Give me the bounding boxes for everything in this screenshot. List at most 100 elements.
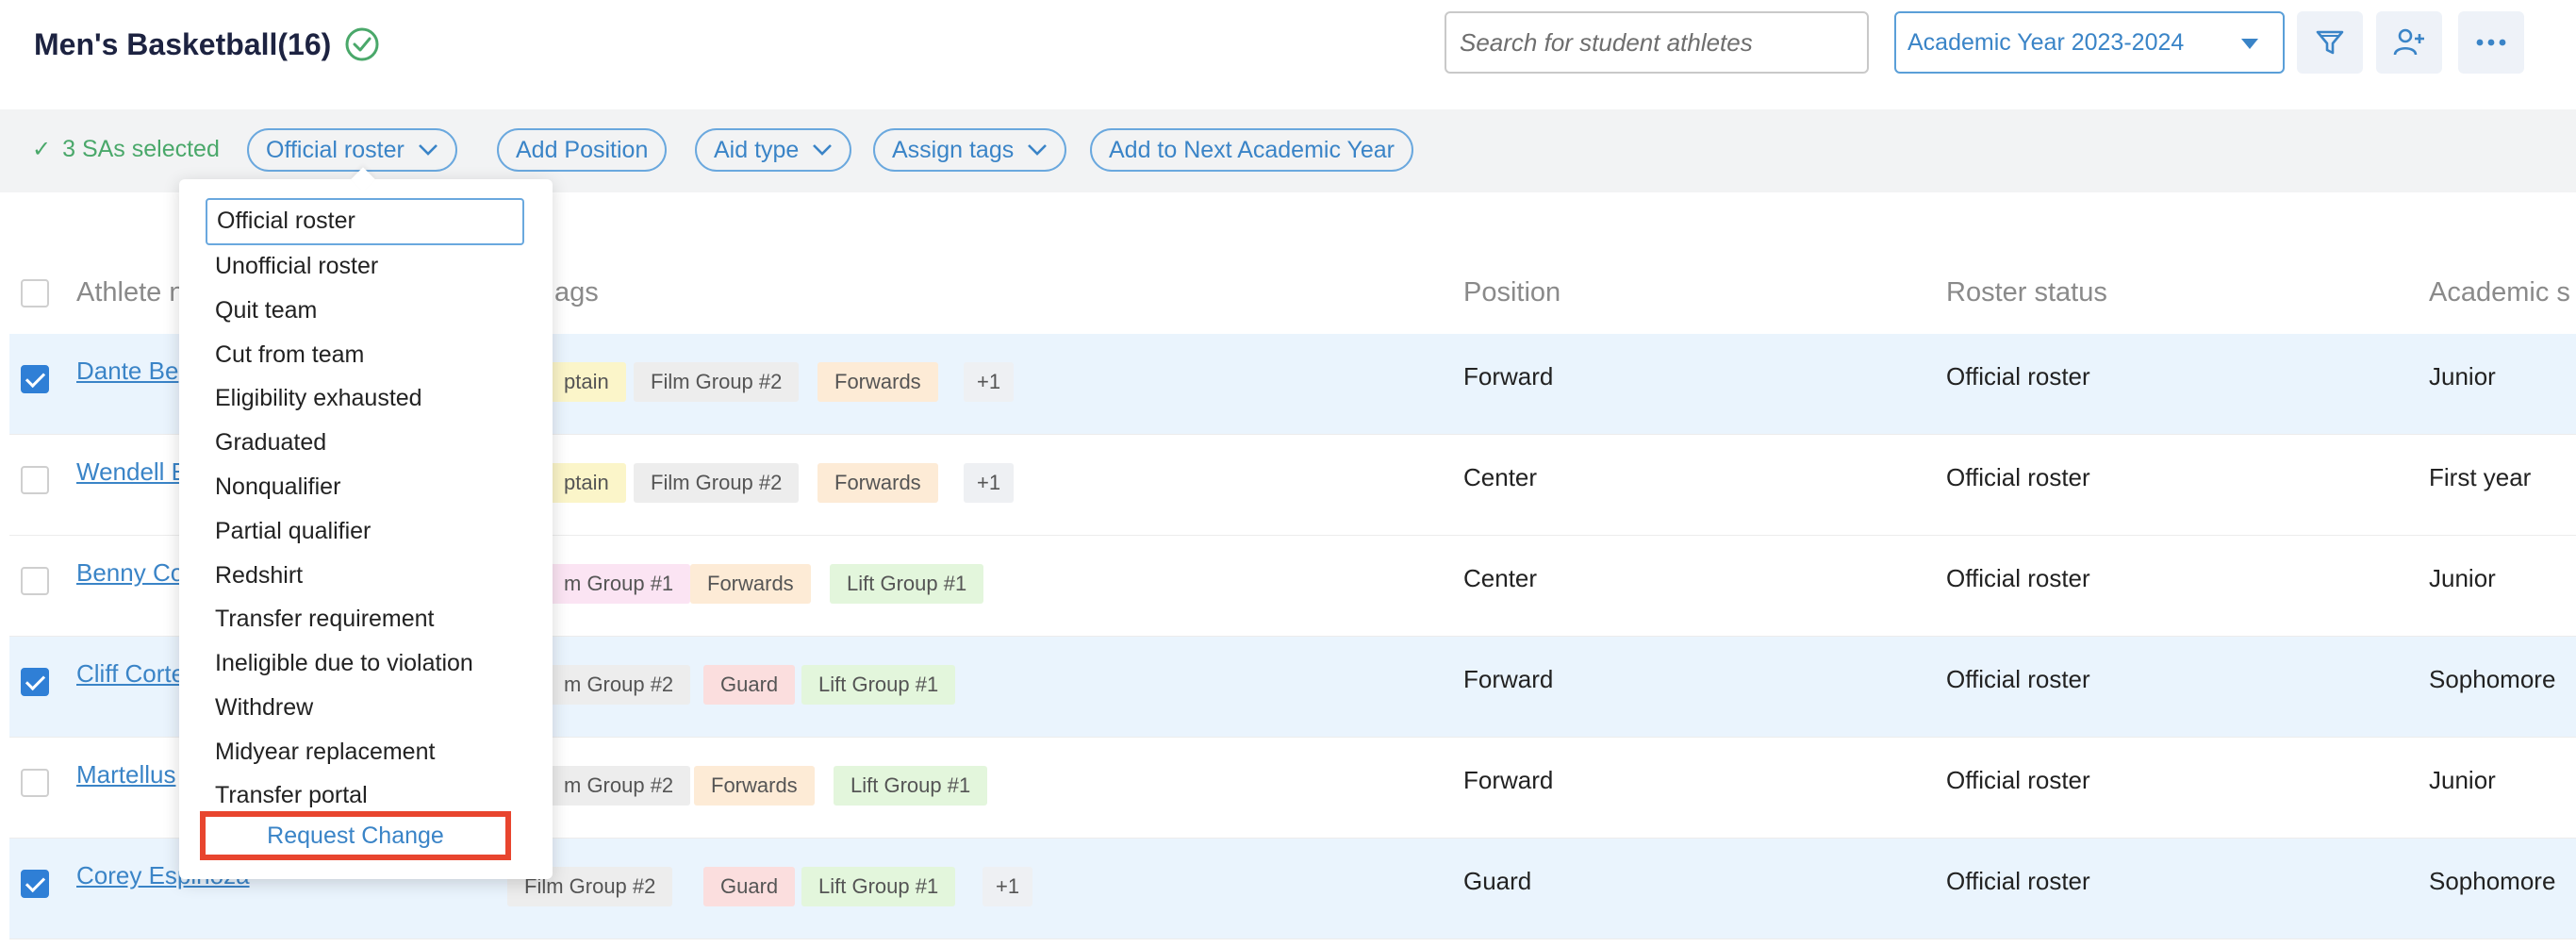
dropdown-option[interactable]: Unofficial roster [215,253,378,280]
athlete-name-link[interactable]: Martellus [76,760,175,789]
dropdown-option[interactable]: Partial qualifier [215,518,371,545]
dropdown-option[interactable]: Withdrew [215,694,313,722]
academic-year-select[interactable]: Academic Year 2023-2024 [1894,11,2285,74]
tag-chip: Lift Group #1 [801,665,956,705]
tag-chip: m Group #2 [545,665,691,705]
more-options-button[interactable] [2458,11,2524,74]
position-cell: Center [1463,564,1538,592]
row-checkbox[interactable] [21,567,49,595]
position-cell: Forward [1463,362,1554,390]
dropdown-option[interactable]: Cut from team [215,341,364,369]
team-title: Men's Basketball(16) [34,26,332,61]
dropdown-option[interactable]: Transfer portal [215,782,368,809]
official-roster-label: Official roster [266,136,405,163]
dropdown-option-official-roster[interactable]: Official roster [206,198,524,245]
position-cell: Forward [1463,766,1554,794]
athlete-name-link[interactable]: Cliff Corte [76,659,185,689]
caret-down-icon [2241,39,2258,49]
column-header-athlete[interactable]: Athlete n [76,277,184,308]
dropdown-option[interactable]: Ineligible due to violation [215,650,473,677]
roster-status-cell: Official roster [1946,362,2090,390]
athlete-name-link[interactable]: Benny Co [76,558,184,588]
dropdown-option[interactable]: Midyear replacement [215,739,435,766]
row-checkbox[interactable] [21,365,49,393]
more-tags-chip[interactable]: +1 [964,362,1015,402]
dropdown-option[interactable]: Redshirt [215,562,303,590]
more-tags-chip[interactable]: +1 [964,463,1015,503]
more-tags-chip[interactable]: +1 [983,867,1033,906]
academic-cell: Sophomore [2429,665,2556,693]
tag-chip: Lift Group #1 [801,867,956,906]
tag-chip: m Group #1 [545,564,691,604]
aid-type-label: Aid type [714,136,800,163]
tag-chip: Lift Group #1 [834,766,988,806]
athlete-name-link[interactable]: Dante Be [76,357,178,386]
add-user-icon [2393,28,2424,56]
roster-status-dropdown-menu: Official roster Unofficial roster Quit t… [179,167,553,879]
search-input[interactable] [1445,11,1869,74]
tag-chip: m Group #2 [545,766,691,806]
academic-year-value: Academic Year 2023-2024 [1907,28,2185,56]
tag-chip: Film Group #2 [634,463,800,503]
page-title: Men's Basketball(16) [34,26,380,62]
row-checkbox[interactable] [21,466,49,494]
academic-cell: Junior [2429,766,2496,794]
filter-icon [2316,30,2344,55]
column-header-roster-status[interactable]: Roster status [1946,277,2107,308]
dropdown-option[interactable]: Eligibility exhausted [215,385,422,412]
tag-chip: Lift Group #1 [830,564,984,604]
dropdown-option[interactable]: Graduated [215,429,326,457]
chevron-down-icon [1028,144,1048,156]
column-header-academic[interactable]: Academic s [2429,277,2570,308]
add-to-next-year-label: Add to Next Academic Year [1109,136,1395,163]
add-position-button[interactable]: Add Position [497,128,668,172]
row-checkbox[interactable] [21,668,49,696]
page-header: Men's Basketball(16) Academic Year 2023-… [0,0,2576,109]
more-dots-icon [2476,39,2506,46]
athlete-name-link[interactable]: Wendell E [76,457,188,487]
official-roster-dropdown-button[interactable]: Official roster [247,128,457,172]
verified-check-icon [345,27,379,61]
position-cell: Forward [1463,665,1554,693]
tag-chip: Guard [703,665,796,705]
tag-chip: Forwards [817,362,938,402]
roster-status-cell: Official roster [1946,766,2090,794]
academic-cell: Junior [2429,564,2496,592]
add-to-next-year-button[interactable]: Add to Next Academic Year [1090,128,1413,172]
chevron-down-icon [813,144,833,156]
academic-cell: Sophomore [2429,867,2556,895]
add-position-label: Add Position [516,136,649,163]
row-checkbox[interactable] [21,769,49,797]
tag-chip: ptain [545,463,626,503]
roster-status-cell: Official roster [1946,463,2090,491]
chevron-down-icon [418,144,438,156]
tag-chip: Forwards [690,564,811,604]
aid-type-dropdown-button[interactable]: Aid type [695,128,852,172]
dropdown-option[interactable]: Transfer requirement [215,606,435,633]
column-header-position[interactable]: Position [1463,277,1560,308]
position-cell: Guard [1463,867,1532,895]
tag-chip: Forwards [694,766,815,806]
assign-tags-label: Assign tags [892,136,1015,163]
request-change-button[interactable]: Request Change [200,811,511,860]
selected-count-label: 3 SAs selected [62,136,220,162]
column-header-tags[interactable]: ags [554,277,599,308]
academic-cell: Junior [2429,362,2496,390]
position-cell: Center [1463,463,1538,491]
check-icon: ✓ [32,137,52,162]
tag-chip: Film Group #2 [634,362,800,402]
filter-button[interactable] [2297,11,2363,74]
assign-tags-dropdown-button[interactable]: Assign tags [873,128,1067,172]
roster-status-cell: Official roster [1946,867,2090,895]
academic-cell: First year [2429,463,2532,491]
row-checkbox[interactable] [21,870,49,898]
dropdown-option[interactable]: Quit team [215,297,317,324]
select-all-checkbox[interactable] [21,279,49,307]
tag-chip: Guard [703,867,796,906]
request-change-label: Request Change [267,822,444,849]
selected-count: ✓ 3 SAs selected [32,136,220,163]
dropdown-option[interactable]: Nonqualifier [215,474,340,501]
add-athlete-button[interactable] [2376,11,2442,74]
tag-chip: ptain [545,362,626,402]
tag-chip: Forwards [817,463,938,503]
